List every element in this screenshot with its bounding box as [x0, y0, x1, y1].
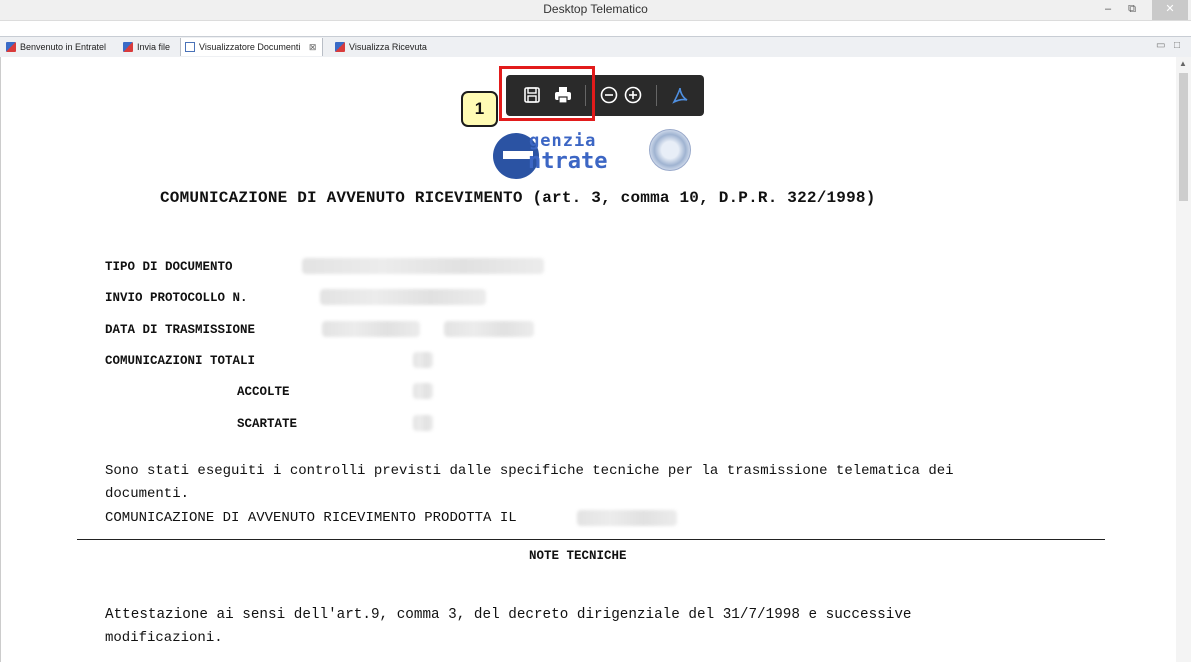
tab-visualizza-ricevuta[interactable]: Visualizza Ricevuta [331, 38, 427, 56]
tab-benvenuto[interactable]: Benvenuto in Entratel [2, 38, 106, 56]
produced-line: COMUNICAZIONE DI AVVENUTO RICEVIMENTO PR… [105, 510, 517, 526]
divider [77, 539, 1105, 540]
entratel-icon [335, 42, 345, 52]
zoom-out-icon[interactable] [599, 85, 619, 105]
restore-button[interactable]: ⧉ [1122, 0, 1142, 20]
tab-label: Visualizzatore Documenti [199, 42, 301, 52]
close-button[interactable]: ✕ [1152, 0, 1188, 20]
field-label-data: DATA DI TRASMISSIONE [105, 323, 256, 337]
entratel-icon [6, 42, 16, 52]
tab-label: Invia file [137, 42, 171, 52]
tab-label: Benvenuto in Entratel [20, 42, 107, 52]
paragraph-line: Sono stati eseguiti i controlli previsti… [105, 463, 954, 479]
italian-emblem-icon [649, 129, 691, 171]
paragraph-line: documenti. [105, 486, 190, 502]
adobe-acrobat-icon[interactable] [670, 85, 690, 105]
maximize-view-icon[interactable]: □ [1174, 40, 1180, 51]
tab-invia-file[interactable]: Invia file [119, 38, 170, 56]
minimize-view-icon[interactable]: ▭ [1156, 40, 1165, 51]
notes-heading: NOTE TECNICHE [529, 549, 627, 563]
scrollbar-thumb[interactable] [1179, 73, 1188, 201]
field-label-scartate: SCARTATE [237, 417, 298, 431]
zoom-in-icon[interactable] [623, 85, 643, 105]
toolbar-highlight-box [499, 66, 595, 121]
attestation-line: Attestazione ai sensi dell'art.9, comma … [105, 607, 912, 623]
logo-line2: ntrate [528, 149, 608, 174]
redacted-value [444, 321, 534, 337]
redacted-value [413, 383, 433, 399]
minimize-button[interactable]: – [1098, 0, 1118, 20]
step-callout-badge: 1 [461, 91, 498, 127]
redacted-value [413, 352, 433, 368]
field-label-totali: COMUNICAZIONI TOTALI [105, 354, 256, 368]
field-label-protocollo: INVIO PROTOCOLLO N. [105, 291, 248, 305]
entratel-icon [123, 42, 133, 52]
scroll-up-icon[interactable]: ▲ [1179, 59, 1187, 68]
window-title-bar: Desktop Telematico – ⧉ ✕ [0, 0, 1191, 21]
redacted-value [577, 510, 677, 526]
redacted-value [320, 289, 486, 305]
document-viewer-icon [185, 42, 195, 52]
window-title: Desktop Telematico [543, 2, 648, 16]
attestation-line: modificazioni. [105, 630, 223, 646]
logo-line1: genzia [529, 131, 597, 151]
tab-visualizzatore-documenti[interactable]: Visualizzatore Documenti ⊠ [180, 38, 324, 56]
document-title: COMUNICAZIONE DI AVVENUTO RICEVIMENTO (a… [160, 189, 876, 207]
agenzia-entrate-logo: genzia ntrate [490, 128, 695, 179]
redacted-value [413, 415, 433, 431]
field-label-accolte: ACCOLTE [237, 385, 290, 399]
editor-tab-bar: Benvenuto in Entratel Invia file Visuali… [0, 36, 1191, 58]
tab-close-icon[interactable]: ⊠ [309, 42, 317, 52]
vertical-scrollbar[interactable]: ▲ [1176, 57, 1191, 662]
tab-label: Visualizza Ricevuta [349, 42, 427, 52]
field-label-tipo: TIPO DI DOCUMENTO [105, 260, 233, 274]
redacted-value [322, 321, 420, 337]
redacted-value [302, 258, 544, 274]
